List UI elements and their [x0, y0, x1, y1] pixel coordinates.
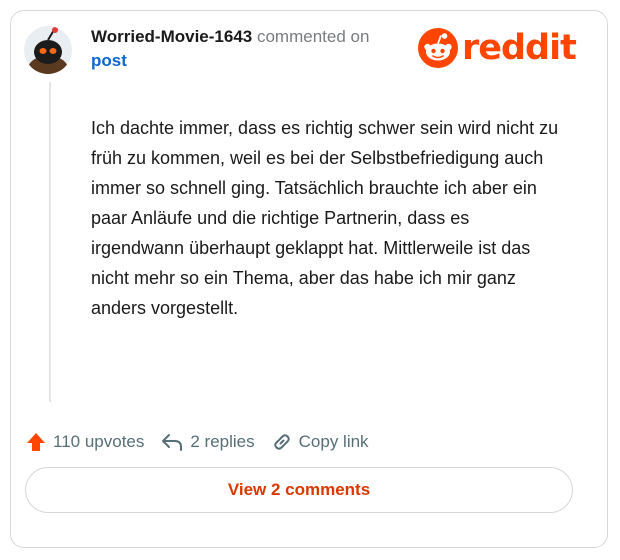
- avatar-icon: [24, 26, 72, 74]
- view-comments-label: View 2 comments: [227, 480, 371, 499]
- reddit-wordmark: reddit: [462, 28, 577, 68]
- thread-line: [49, 82, 51, 402]
- reply-arrow-icon: [162, 434, 183, 451]
- upvotes-count: 110 upvotes: [53, 432, 145, 451]
- link-icon: [273, 434, 290, 450]
- upvote-button[interactable]: 110 upvotes: [25, 431, 144, 453]
- view-comments-button[interactable]: View 2 comments: [25, 467, 573, 513]
- comment-actions: 110 upvotes 2 replies Copy link: [25, 428, 385, 456]
- replies-button[interactable]: 2 replies: [160, 431, 255, 453]
- copy-link-label: Copy link: [298, 432, 369, 451]
- replies-count: 2 replies: [190, 432, 255, 451]
- username[interactable]: Worried-Movie-1643: [91, 27, 252, 46]
- reddit-snoo-icon: [418, 28, 458, 68]
- upvote-arrow-icon: [27, 433, 45, 451]
- reddit-logo[interactable]: reddit: [418, 28, 577, 68]
- copy-link-button[interactable]: Copy link: [271, 431, 369, 453]
- comment-body: Ich dachte immer, dass es richtig schwer…: [91, 118, 559, 318]
- post-link[interactable]: post: [91, 49, 127, 73]
- avatar[interactable]: [24, 26, 72, 74]
- comment-header: Worried-Movie-1643 commented on post: [91, 25, 411, 73]
- commented-on-text: commented on: [256, 27, 370, 46]
